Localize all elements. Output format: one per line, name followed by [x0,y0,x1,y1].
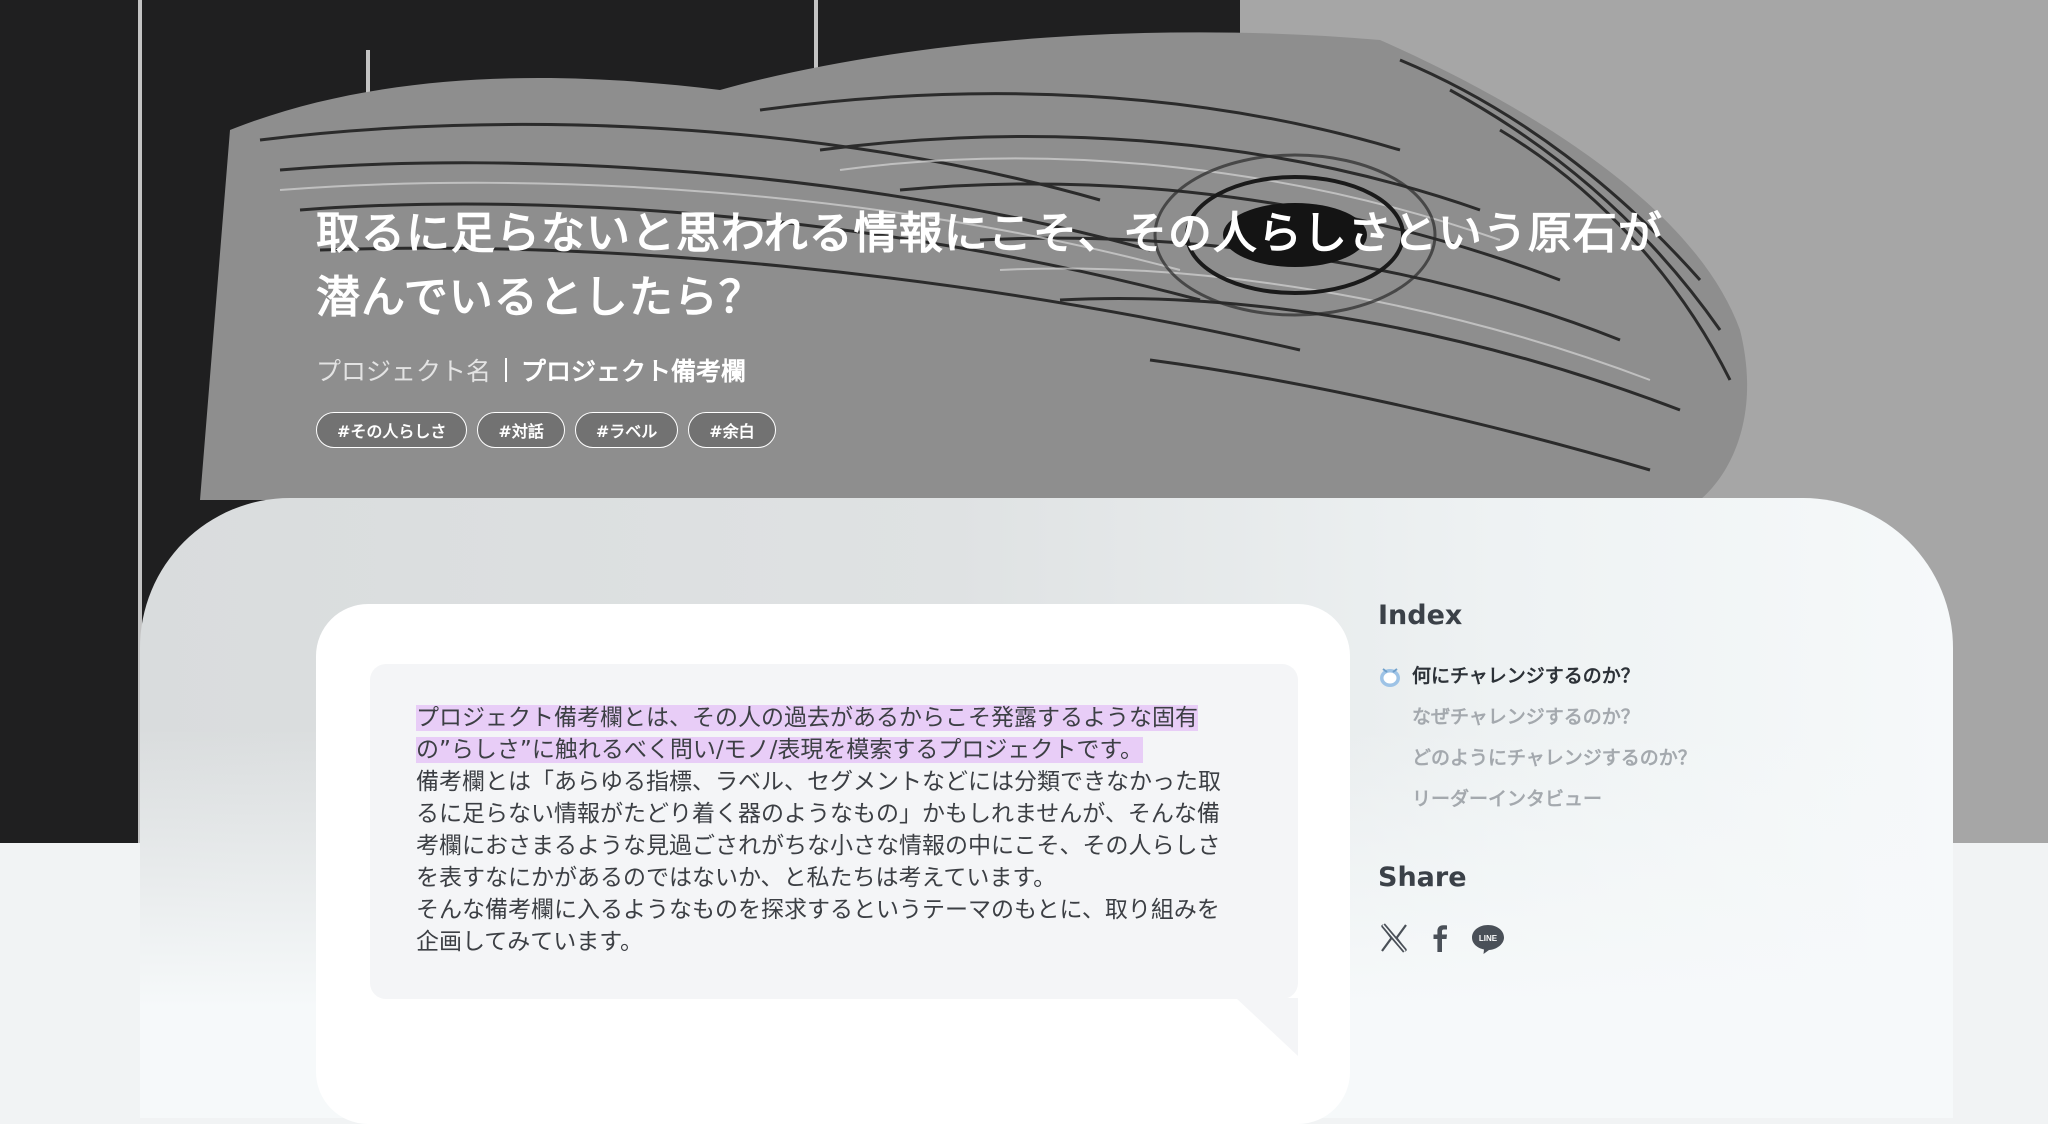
body-text-line: 備考欄とは「あらゆる指標、ラベル、セグメントなどには分類できなかった取 [416,769,1221,795]
index-item-challenge-why[interactable]: なぜチャレンジするのか？ [1378,701,1697,742]
index-heading: Index [1378,600,1463,631]
article-title: 取るに足らないと思われる情報にこそ、その人らしさという原石が 潜んでいるとしたら… [316,202,1776,330]
share-buttons: LINE [1378,920,1506,956]
index-list: 何にチャレンジするのか？ なぜチャレンジするのか？ どのようにチャレンジするのか… [1378,660,1697,824]
tag-list: #その人らしさ #対話 #ラベル #余白 [316,412,776,448]
share-heading: Share [1378,862,1467,893]
tag[interactable]: #対話 [477,412,565,448]
tag[interactable]: #ラベル [574,412,679,448]
project-name-divider [505,358,508,382]
article-title-line1: 取るに足らないと思われる情報にこそ、その人らしさという原石が [316,208,1663,259]
index-item-label: 何にチャレンジするのか？ [1412,665,1640,687]
index-item-challenge-how[interactable]: どのようにチャレンジするのか？ [1378,742,1697,783]
project-name: プロジェクト名 プロジェクト備考欄 [316,352,746,388]
index-item-leader-interview[interactable]: リーダーインタビュー [1378,783,1697,824]
body-text-line: 企画してみています。 [416,929,644,955]
tag[interactable]: #その人らしさ [316,412,468,448]
body-text-line: 考欄におさまるような見過ごされがちな小さな情報の中にこそ、その人らしさ [416,833,1221,859]
index-item-label: どのようにチャレンジするのか？ [1412,747,1697,769]
index-item-challenge-what[interactable]: 何にチャレンジするのか？ [1378,660,1697,701]
line-icon[interactable]: LINE [1470,920,1506,956]
body-text-line: そんな備考欄に入るようなものを探求するというテーマのもとに、取り組みを [416,897,1220,923]
index-item-label: リーダーインタビュー [1412,788,1603,810]
facebook-icon[interactable] [1424,922,1456,954]
project-name-label: プロジェクト名 [316,357,492,386]
line-icon-label: LINE [1479,934,1498,943]
intro-text: プロジェクト備考欄とは、その人の過去があるからこそ発露するような固有 の”らしさ… [416,702,1256,958]
tag[interactable]: #余白 [688,412,776,448]
article-title-line2: 潜んでいるとしたら？ [316,272,764,323]
active-marker-icon [1380,668,1400,687]
highlighted-text: の”らしさ”に触れるべく問い/モノ/表現を模索するプロジェクトです。 [416,737,1144,763]
x-icon[interactable] [1378,922,1410,954]
body-text-line: るに足らない情報がたどり着く器のようなもの」かもしれませんが、そんな備 [416,801,1220,827]
index-item-label: なぜチャレンジするのか？ [1412,706,1640,728]
body-text-line: を表すなにかがあるのではないか、と私たちは考えています。 [416,865,1057,891]
project-name-value: プロジェクト備考欄 [521,357,747,386]
highlighted-text: プロジェクト備考欄とは、その人の過去があるからこそ発露するような固有 [416,705,1198,731]
